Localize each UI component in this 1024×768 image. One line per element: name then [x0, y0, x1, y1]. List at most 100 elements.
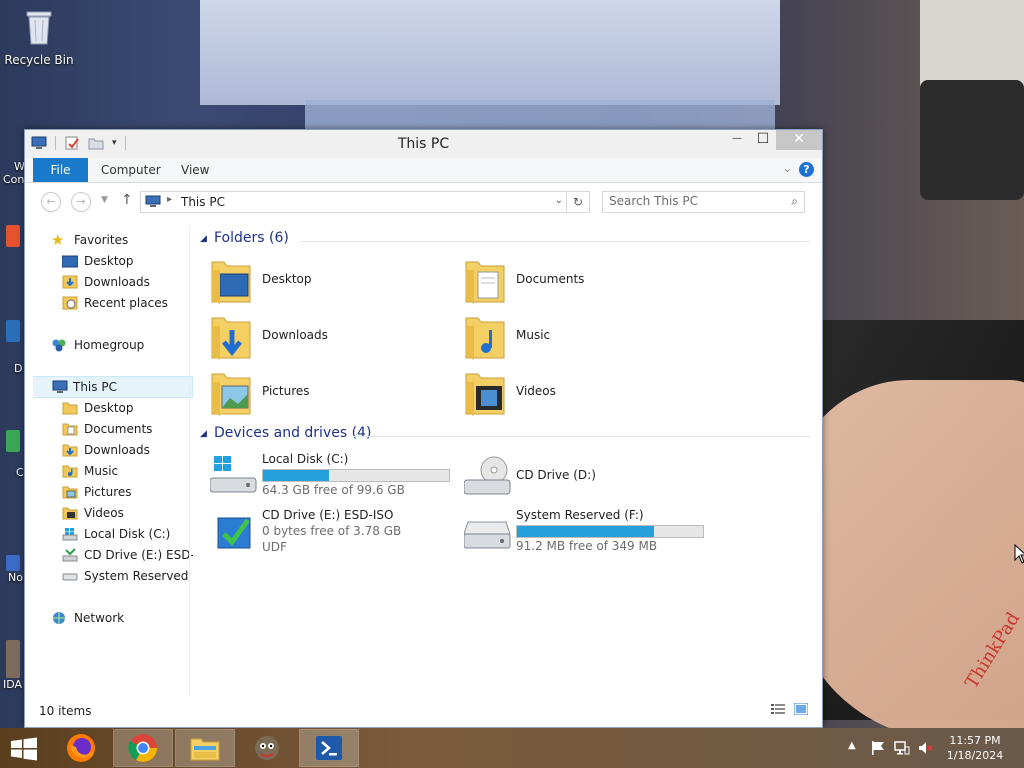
window-controls: — ☐ ✕ — [724, 130, 822, 150]
nav-item-pc-pictures[interactable]: Pictures — [33, 482, 193, 502]
system-tray: ▲ 11:57 PM 1/18/2024 — [824, 728, 1024, 768]
desktop-icon-partial[interactable] — [0, 225, 24, 247]
drive-icon — [62, 573, 78, 581]
address-bar[interactable]: ▸ This PC ⌄ ↻ — [140, 191, 590, 213]
address-dropdown-chevron-icon[interactable]: ⌄ — [555, 195, 563, 206]
downloads-folder-icon — [62, 275, 78, 289]
folder-tile-desktop[interactable]: Desktop — [210, 256, 460, 306]
ribbon-tabs: File Computer View ⌄ ? — [25, 158, 822, 183]
nav-item-favorites-desktop[interactable]: Desktop — [33, 251, 193, 271]
folder-tile-pictures[interactable]: Pictures — [210, 368, 460, 418]
desktop-icon-partial[interactable]: IDA — [0, 640, 24, 691]
search-input[interactable] — [609, 194, 779, 208]
nav-item-favorites-recent-places[interactable]: Recent places — [33, 293, 193, 313]
powershell-icon — [316, 736, 342, 760]
tab-view[interactable]: View — [181, 158, 209, 182]
nav-item-pc-desktop[interactable]: Desktop — [33, 398, 193, 418]
drive-usage-fill — [263, 470, 329, 481]
folder-name: Music — [516, 328, 551, 342]
taskbar-app-chrome[interactable] — [113, 729, 173, 767]
folder-tile-downloads[interactable]: Downloads — [210, 312, 460, 362]
collapse-triangle-icon[interactable]: ◢ — [200, 234, 207, 244]
tab-computer[interactable]: Computer — [101, 158, 161, 182]
minimize-button[interactable]: — — [724, 130, 750, 150]
title-bar[interactable]: ▾ This PC — ☐ ✕ — [25, 130, 822, 158]
chrome-icon — [128, 734, 157, 762]
drive-tile-system-reserved-f[interactable]: System Reserved (F:) 91.2 MB free of 349… — [464, 508, 714, 564]
drive-tile-local-disk-c[interactable]: Local Disk (C:) 64.3 GB free of 99.6 GB — [210, 452, 460, 508]
expand-ribbon-chevron-icon[interactable]: ⌄ — [783, 162, 792, 175]
recent-locations-chevron-icon[interactable]: ▼ — [101, 195, 108, 205]
drive-name: System Reserved (F:) — [516, 508, 644, 522]
action-center-flag-icon[interactable] — [870, 740, 886, 756]
drive-name: CD Drive (E:) ESD-ISO — [262, 508, 394, 522]
pictures-folder-icon — [211, 373, 251, 416]
nav-item-favorites[interactable]: ★ Favorites — [33, 230, 193, 250]
refresh-button[interactable]: ↻ — [566, 192, 589, 212]
drive-free-space: 0 bytes free of 3.78 GB — [262, 524, 402, 538]
nav-item-pc-system-reserved-f[interactable]: System Reserved (F:) — [33, 566, 193, 586]
group-rule — [350, 436, 810, 437]
back-button[interactable]: ← — [41, 192, 61, 212]
nav-item-homegroup[interactable]: Homegroup — [33, 335, 193, 355]
folder-tile-documents[interactable]: Documents — [464, 256, 714, 306]
nav-item-pc-music[interactable]: Music — [33, 461, 193, 481]
recent-places-icon — [62, 296, 78, 310]
nav-item-label: CD Drive (E:) ESD-ISO — [84, 548, 193, 562]
nav-item-pc-documents[interactable]: Documents — [33, 419, 193, 439]
folder-tile-videos[interactable]: Videos — [464, 368, 714, 418]
details-view-icon[interactable] — [771, 703, 785, 715]
large-icons-view-icon[interactable] — [794, 703, 808, 715]
close-button[interactable]: ✕ — [776, 130, 822, 150]
local-disk-icon — [62, 528, 78, 541]
taskbar-app-firefox[interactable] — [52, 730, 110, 766]
nav-item-label: Videos — [84, 506, 124, 520]
collapse-triangle-icon[interactable]: ◢ — [200, 429, 207, 439]
volume-muted-icon[interactable] — [918, 740, 934, 756]
help-button[interactable]: ? — [799, 162, 814, 177]
folder-tile-music[interactable]: Music — [464, 312, 714, 362]
pane-divider[interactable] — [189, 226, 190, 696]
taskbar-app-file-explorer[interactable] — [175, 729, 235, 767]
nav-item-label: Pictures — [84, 485, 132, 499]
maximize-button[interactable]: ☐ — [750, 130, 776, 150]
drive-tile-cd-drive-e[interactable]: CD Drive (E:) ESD-ISO 0 bytes free of 3.… — [210, 508, 460, 564]
forward-button[interactable]: → — [71, 192, 91, 212]
nav-item-pc-local-disk-c[interactable]: Local Disk (C:) — [33, 524, 193, 544]
tab-file[interactable]: File — [33, 158, 88, 182]
nav-item-pc-downloads[interactable]: Downloads — [33, 440, 193, 460]
start-button[interactable] — [10, 737, 38, 761]
desktop-icon-partial[interactable]: D — [0, 320, 24, 375]
group-title: Folders (6) — [214, 230, 289, 246]
drive-tile-cd-drive-d[interactable]: CD Drive (D:) — [464, 452, 714, 508]
photo-wall — [920, 0, 1024, 90]
nav-item-network[interactable]: Network — [33, 608, 193, 628]
desktop-folder-icon — [211, 261, 251, 304]
nav-item-label: System Reserved (F:) — [84, 569, 193, 583]
downloads-folder-icon — [211, 317, 251, 360]
up-button[interactable]: ↑ — [121, 192, 133, 208]
group-header-devices[interactable]: ◢ Devices and drives (4) — [200, 425, 810, 447]
desktop-icon-partial[interactable]: W Con — [0, 160, 25, 186]
group-header-folders[interactable]: ◢ Folders (6) — [200, 230, 810, 252]
nav-item-favorites-downloads[interactable]: Downloads — [33, 272, 193, 292]
group-title: Devices and drives (4) — [214, 425, 372, 441]
desktop-icon-partial[interactable]: No — [0, 555, 24, 584]
desktop-icon-partial[interactable]: C — [0, 430, 24, 479]
nav-item-pc-videos[interactable]: Videos — [33, 503, 193, 523]
nav-item-pc-cd-drive-e[interactable]: CD Drive (E:) ESD-ISO — [33, 545, 193, 565]
taskbar-app-powershell[interactable] — [299, 729, 359, 767]
taskbar-app-gimp[interactable] — [238, 730, 296, 766]
breadcrumb[interactable]: This PC — [181, 195, 225, 209]
search-icon[interactable]: ⌕ — [791, 194, 798, 209]
network-status-icon[interactable] — [894, 740, 910, 756]
search-box[interactable]: ⌕ — [602, 191, 805, 213]
music-folder-icon — [62, 465, 78, 478]
show-hidden-icons-chevron-icon[interactable]: ▲ — [848, 740, 856, 751]
nav-item-this-pc[interactable]: This PC — [33, 376, 193, 398]
homegroup-icon — [52, 339, 66, 352]
breadcrumb-separator-icon[interactable]: ▸ — [167, 194, 172, 205]
item-count: 10 items — [39, 704, 92, 718]
desktop-icon-recycle-bin[interactable]: Recycle Bin — [1, 6, 77, 67]
clock[interactable]: 11:57 PM 1/18/2024 — [940, 733, 1010, 763]
